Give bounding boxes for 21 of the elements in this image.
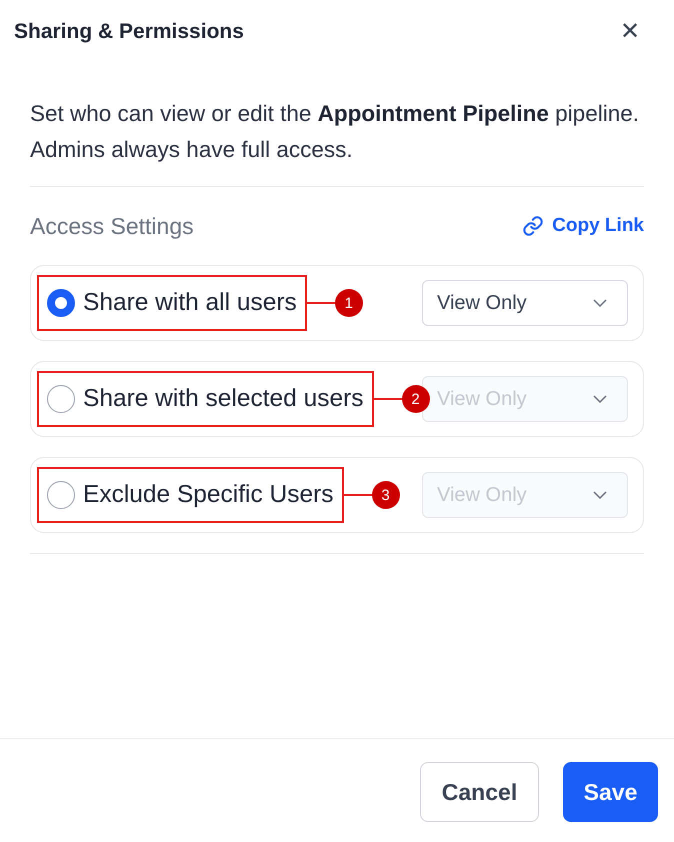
radio-button[interactable] xyxy=(47,289,75,317)
chevron-down-icon xyxy=(593,491,607,499)
option-label: Share with selected users xyxy=(83,385,364,413)
option-label: Share with all users xyxy=(83,289,297,317)
radio-button[interactable] xyxy=(47,385,75,413)
number-badge: 3 xyxy=(372,481,400,509)
save-button[interactable]: Save xyxy=(563,762,658,822)
permission-dropdown[interactable]: View Only xyxy=(422,280,628,326)
chevron-down-icon xyxy=(593,299,607,307)
close-button[interactable]: ✕ xyxy=(616,20,644,44)
dialog-title: Sharing & Permissions xyxy=(14,20,244,44)
section-title: Access Settings xyxy=(30,212,194,240)
description-text: Set who can view or edit the Appointment Pipeline pipeline. Admins always have full access. xyxy=(30,100,640,164)
chevron-down-icon xyxy=(593,395,607,403)
option-label: Exclude Specific Users xyxy=(83,481,334,509)
number-badge: 1 xyxy=(334,289,363,317)
link-icon xyxy=(522,215,544,237)
radio-button[interactable] xyxy=(47,481,75,509)
cancel-button[interactable]: Cancel xyxy=(420,762,539,822)
copy-link[interactable]: Copy Link xyxy=(522,215,644,237)
number-badge: 2 xyxy=(402,385,430,413)
